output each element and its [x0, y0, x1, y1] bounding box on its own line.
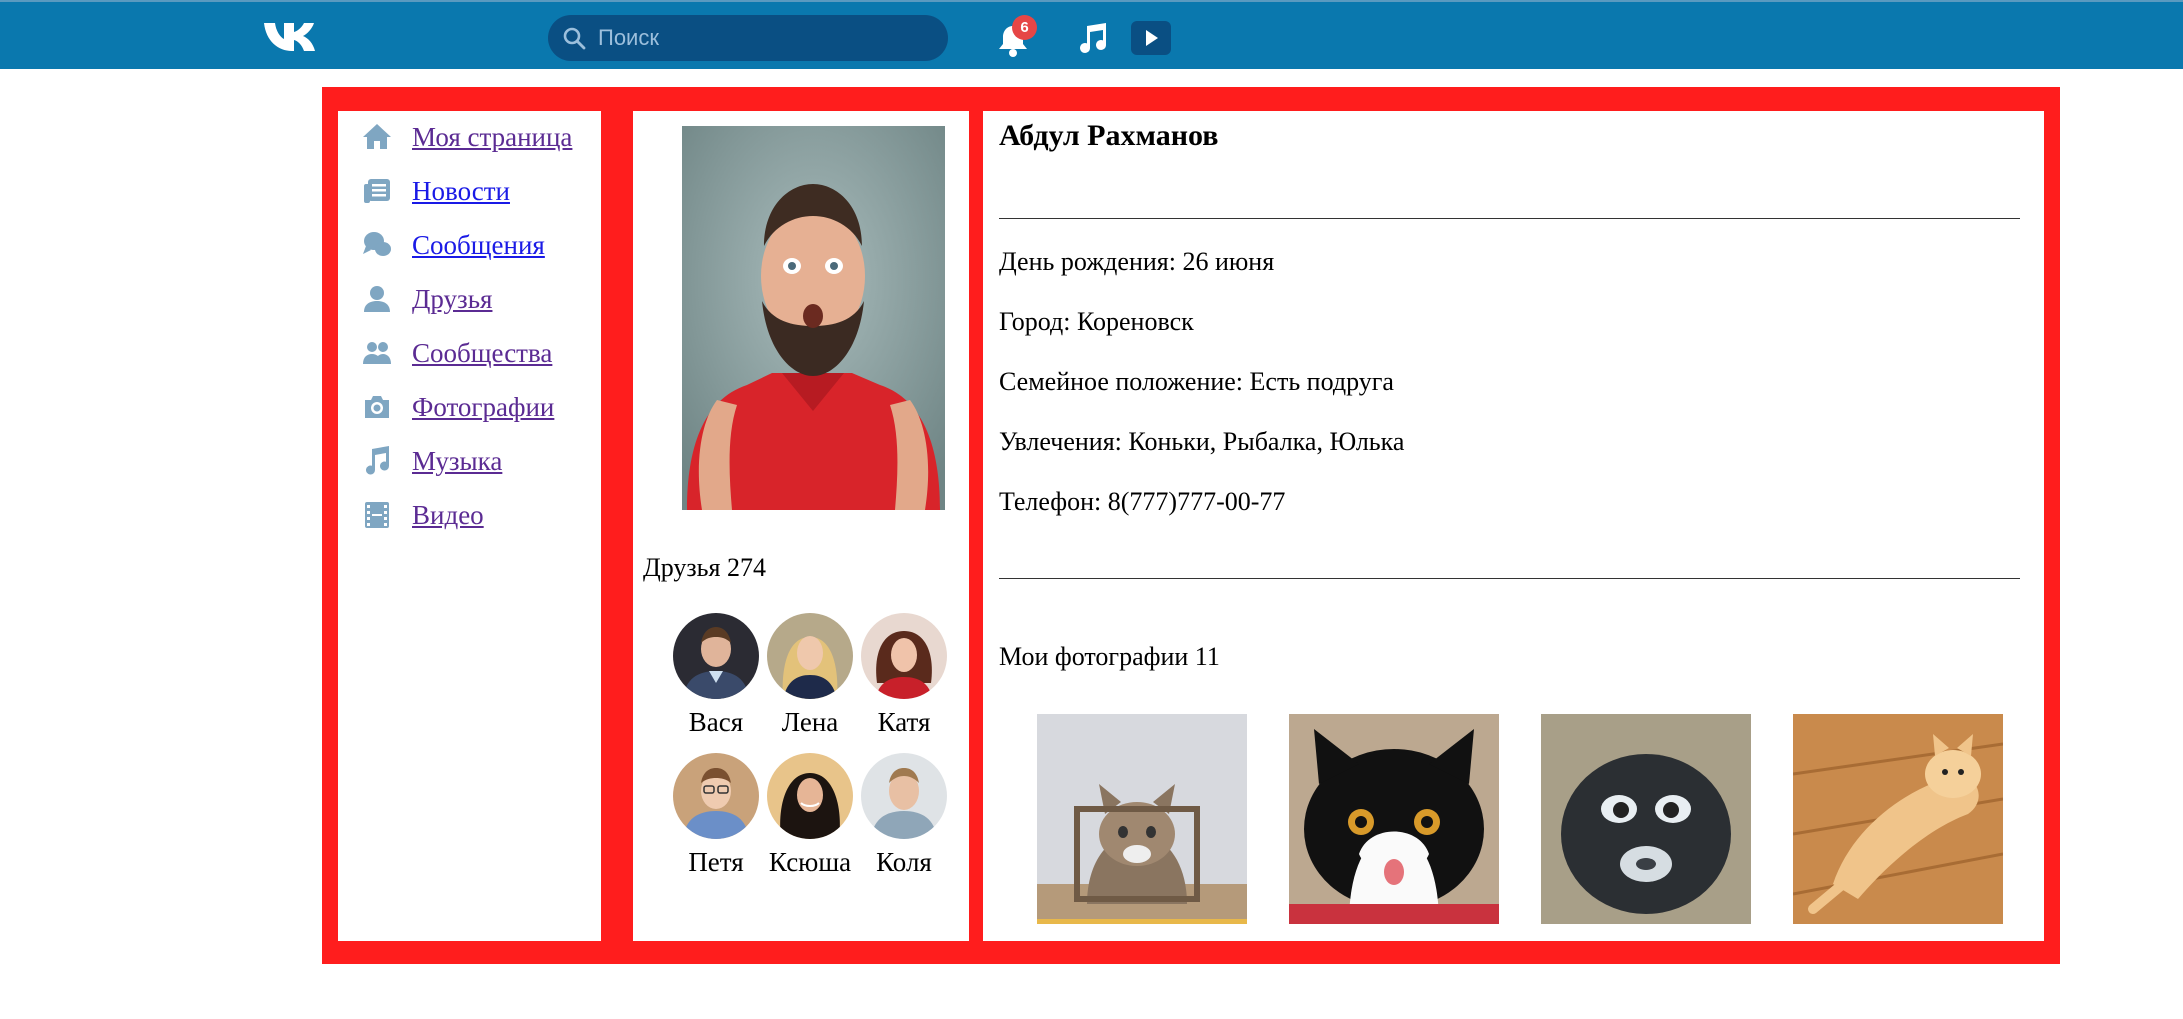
photo-thumbnail-cat-3[interactable]: [1793, 714, 2003, 924]
communities-icon: [363, 342, 391, 364]
play-video-icon[interactable]: [1130, 20, 1172, 56]
profile-avatar-column: Друзья 274 Вася Лена Катя Петя Ксюша Кол…: [633, 111, 969, 941]
info-birthday: День рождения: 26 июня: [999, 247, 1275, 276]
sidebar-link-video[interactable]: Видео: [412, 500, 484, 531]
friend-item[interactable]: Ксюша: [765, 753, 855, 878]
friend-name[interactable]: Петя: [671, 847, 761, 878]
friend-avatar[interactable]: [861, 753, 947, 839]
content-frame: Моя страница Новости Сообщения Друзья Со…: [322, 87, 2060, 964]
friends-count[interactable]: Друзья 274: [643, 553, 766, 583]
divider: [999, 578, 2020, 579]
friend-name[interactable]: Коля: [859, 847, 949, 878]
search-input[interactable]: [596, 15, 930, 61]
film-icon: [365, 502, 389, 528]
vk-logo-icon[interactable]: [262, 20, 320, 54]
home-icon: [363, 124, 391, 149]
friend-avatar[interactable]: [673, 753, 759, 839]
friend-item[interactable]: Вася: [671, 613, 761, 738]
sidebar-link-communities[interactable]: Сообщества: [412, 338, 552, 369]
sidebar-link-photos[interactable]: Фотографии: [412, 392, 554, 423]
divider: [999, 218, 2020, 219]
info-relationship: Семейное положение: Есть подруга: [999, 367, 1394, 396]
notifications-badge: 6: [1012, 15, 1037, 40]
photos-count[interactable]: Мои фотографии 11: [999, 642, 1220, 672]
camera-icon: [365, 396, 389, 418]
friend-avatar[interactable]: [767, 613, 853, 699]
profile-photo[interactable]: [682, 126, 945, 510]
friends-icon: [364, 286, 390, 312]
search-icon: [563, 27, 586, 50]
friend-name[interactable]: Ксюша: [765, 847, 855, 878]
friend-avatar[interactable]: [767, 753, 853, 839]
photo-thumbnail-cat-1[interactable]: [1037, 714, 1247, 924]
sidebar-link-friends[interactable]: Друзья: [412, 284, 492, 315]
friend-avatar[interactable]: [673, 613, 759, 699]
sidebar-link-news[interactable]: Новости: [412, 176, 510, 207]
sidebar-item-my-page[interactable]: Моя страница: [362, 117, 572, 157]
sidebar-item-photos[interactable]: Фотографии: [362, 387, 554, 427]
info-city: Город: Кореновск: [999, 307, 1194, 336]
music-icon[interactable]: [1076, 22, 1108, 56]
sidebar-item-video[interactable]: Видео: [362, 495, 484, 535]
sidebar-item-friends[interactable]: Друзья: [362, 279, 492, 319]
sidebar-item-communities[interactable]: Сообщества: [362, 333, 552, 373]
sidebar-menu: Моя страница Новости Сообщения Друзья Со…: [338, 111, 601, 941]
friend-name[interactable]: Вася: [671, 707, 761, 738]
sidebar-item-news[interactable]: Новости: [362, 171, 510, 211]
friend-item[interactable]: Катя: [859, 613, 949, 738]
sidebar-item-messages[interactable]: Сообщения: [362, 225, 545, 265]
friend-name[interactable]: Лена: [765, 707, 855, 738]
info-phone: Телефон: 8(777)777-00-77: [999, 487, 1286, 516]
profile-name: Абдул Рахманов: [999, 119, 1219, 152]
friend-item[interactable]: Лена: [765, 613, 855, 738]
news-icon: [364, 179, 390, 203]
sidebar-link-messages[interactable]: Сообщения: [412, 230, 545, 261]
friend-name[interactable]: Катя: [859, 707, 949, 738]
friend-item[interactable]: Коля: [859, 753, 949, 878]
sidebar-link-my-page[interactable]: Моя страница: [412, 122, 572, 153]
photo-thumbnail-monkey[interactable]: [1541, 714, 1751, 924]
info-hobbies: Увлечения: Коньки, Рыбалка, Юлька: [999, 427, 1405, 456]
search-field[interactable]: [548, 15, 948, 61]
sidebar-item-music[interactable]: Музыка: [362, 441, 502, 481]
top-navigation-bar: 6: [0, 0, 2183, 69]
friend-avatar[interactable]: [861, 613, 947, 699]
music-note-icon: [366, 446, 390, 475]
messages-icon: [363, 232, 391, 256]
photo-thumbnail-cat-2[interactable]: [1289, 714, 1499, 924]
profile-info-column: Абдул Рахманов День рождения: 26 июня Го…: [983, 111, 2044, 941]
sidebar-link-music[interactable]: Музыка: [412, 446, 502, 477]
friend-item[interactable]: Петя: [671, 753, 761, 878]
